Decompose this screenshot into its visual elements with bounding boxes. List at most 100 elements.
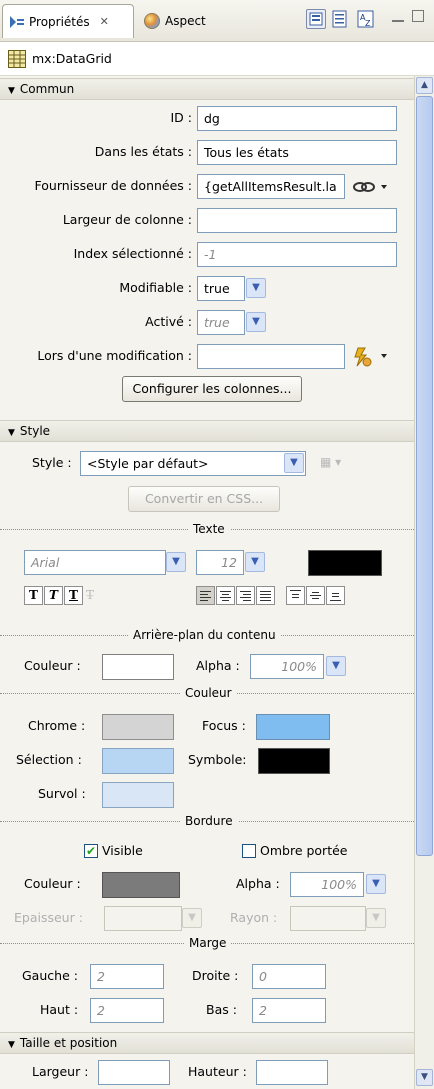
- italic-icon[interactable]: T: [44, 586, 63, 605]
- background-group-title: Arrière-plan du contenu: [128, 628, 281, 642]
- section-common-header[interactable]: ▼ Commun: [0, 78, 414, 100]
- font-family-dropdown-icon[interactable]: ▼: [166, 552, 186, 572]
- align-justify-icon[interactable]: [256, 586, 275, 605]
- column-width-field[interactable]: [197, 208, 397, 233]
- margin-top-label: Haut :: [40, 1002, 79, 1017]
- component-header: mx:DataGrid: [0, 42, 434, 76]
- radius-field: [290, 906, 366, 931]
- underline-icon[interactable]: T: [64, 586, 83, 605]
- visible-checkbox[interactable]: ✔: [84, 844, 98, 858]
- data-provider-field[interactable]: {getAllItemsResult.la: [197, 174, 345, 199]
- tab-properties[interactable]: Propriétés ✕: [2, 4, 134, 38]
- alphabetical-view-icon[interactable]: AZ: [356, 9, 376, 29]
- border-alpha-dropdown-icon[interactable]: ▼: [366, 874, 386, 894]
- bg-color-swatch[interactable]: [102, 654, 174, 680]
- align-right-icon[interactable]: [236, 586, 255, 605]
- minimize-icon[interactable]: [392, 12, 404, 22]
- event-handler-icon[interactable]: [352, 346, 392, 368]
- height-field[interactable]: [256, 1060, 328, 1085]
- bg-alpha-dropdown-icon[interactable]: ▼: [326, 656, 346, 676]
- collapse-triangle-icon: ▼: [8, 428, 15, 438]
- valign-bottom-icon[interactable]: [326, 586, 345, 605]
- border-alpha-field[interactable]: 100%: [290, 872, 364, 897]
- selection-color-swatch[interactable]: [102, 748, 174, 774]
- focus-label: Focus :: [202, 718, 246, 733]
- vertical-scrollbar[interactable]: ▲ ▼: [414, 76, 434, 1089]
- view-tab-bar: Propriétés ✕ Aspect AZ: [0, 0, 434, 42]
- margin-right-field[interactable]: 0: [252, 964, 326, 989]
- section-style-header[interactable]: ▼ Style: [0, 420, 414, 442]
- font-size-select[interactable]: 12: [196, 550, 244, 575]
- states-field[interactable]: Tous les états: [197, 140, 397, 165]
- text-color-swatch[interactable]: [308, 550, 382, 576]
- focus-color-swatch[interactable]: [256, 714, 330, 740]
- convert-css-button: Convertir en CSS...: [128, 486, 280, 512]
- id-label: ID :: [170, 110, 193, 125]
- margin-bottom-field[interactable]: 2: [252, 998, 326, 1023]
- section-common-title: Commun: [19, 82, 75, 96]
- editable-dropdown-icon[interactable]: ▼: [246, 278, 266, 298]
- radius-label: Rayon :: [230, 910, 278, 925]
- hover-color-swatch[interactable]: [102, 782, 174, 808]
- bg-alpha-field[interactable]: 100%: [250, 654, 324, 679]
- enabled-select[interactable]: true: [197, 310, 245, 335]
- margin-left-field[interactable]: 2: [90, 964, 164, 989]
- enabled-dropdown-icon[interactable]: ▼: [246, 312, 266, 332]
- maximize-icon[interactable]: [412, 10, 424, 22]
- hover-label: Survol :: [38, 786, 86, 801]
- color-group-separator: Couleur: [0, 686, 414, 700]
- standard-view-icon[interactable]: [306, 9, 326, 29]
- section-size-title: Taille et position: [19, 1036, 118, 1050]
- align-center-icon[interactable]: [216, 586, 235, 605]
- bold-icon[interactable]: T: [24, 586, 43, 605]
- collapse-triangle-icon: ▼: [8, 1040, 15, 1050]
- margin-bottom-label: Bas :: [206, 1002, 237, 1017]
- strikethrough-icon: T̶: [86, 588, 95, 602]
- symbol-color-swatch[interactable]: [258, 748, 330, 774]
- data-provider-label: Fournisseur de données :: [34, 178, 192, 193]
- id-field[interactable]: dg: [197, 106, 397, 131]
- close-icon[interactable]: ✕: [100, 15, 109, 28]
- margin-group-title: Marge: [184, 936, 232, 950]
- thickness-dropdown-icon: ▼: [182, 908, 202, 928]
- style-label: Style :: [32, 455, 72, 470]
- scroll-thumb[interactable]: [416, 96, 433, 856]
- chrome-color-swatch[interactable]: [102, 714, 174, 740]
- selected-index-field[interactable]: -1: [197, 242, 397, 267]
- margin-top-field[interactable]: 2: [90, 998, 164, 1023]
- margin-group-separator: Marge: [0, 936, 414, 950]
- border-group-title: Bordure: [180, 814, 238, 828]
- font-size-dropdown-icon[interactable]: ▼: [245, 552, 265, 572]
- width-field[interactable]: [98, 1060, 170, 1085]
- tab-appearance[interactable]: Aspect: [138, 4, 238, 38]
- scroll-down-icon[interactable]: ▼: [416, 1069, 433, 1086]
- editable-select[interactable]: true: [197, 276, 245, 301]
- shadow-checkbox[interactable]: [242, 844, 256, 858]
- margin-right-label: Droite :: [192, 968, 239, 983]
- shadow-label: Ombre portée: [260, 843, 348, 858]
- valign-top-icon[interactable]: [286, 586, 305, 605]
- on-change-field[interactable]: [197, 344, 345, 369]
- text-group-separator: Texte: [0, 522, 414, 536]
- border-color-label: Couleur :: [24, 876, 81, 891]
- border-color-swatch[interactable]: [102, 872, 180, 898]
- section-size-header[interactable]: ▼ Taille et position: [0, 1032, 414, 1054]
- valign-middle-icon[interactable]: [306, 586, 325, 605]
- category-view-icon[interactable]: [330, 9, 350, 29]
- width-label: Largeur :: [32, 1064, 89, 1079]
- palette-icon: [144, 13, 160, 29]
- font-family-select[interactable]: Arial: [24, 550, 166, 575]
- style-dropdown-icon[interactable]: ▼: [284, 453, 304, 473]
- editable-label: Modifiable :: [119, 280, 192, 295]
- binding-link-icon[interactable]: [352, 179, 392, 195]
- symbol-label: Symbole:: [188, 752, 247, 767]
- component-type: mx:DataGrid: [32, 51, 112, 66]
- thickness-field: [104, 906, 182, 931]
- align-left-icon[interactable]: [196, 586, 215, 605]
- selected-index-label: Index sélectionné :: [73, 246, 192, 261]
- states-label: Dans les états :: [94, 144, 192, 159]
- configure-columns-button[interactable]: Configurer les colonnes...: [122, 376, 302, 402]
- scroll-up-icon[interactable]: ▲: [416, 77, 433, 94]
- style-select[interactable]: <Style par défaut>: [80, 451, 306, 476]
- background-group-separator: Arrière-plan du contenu: [0, 628, 414, 642]
